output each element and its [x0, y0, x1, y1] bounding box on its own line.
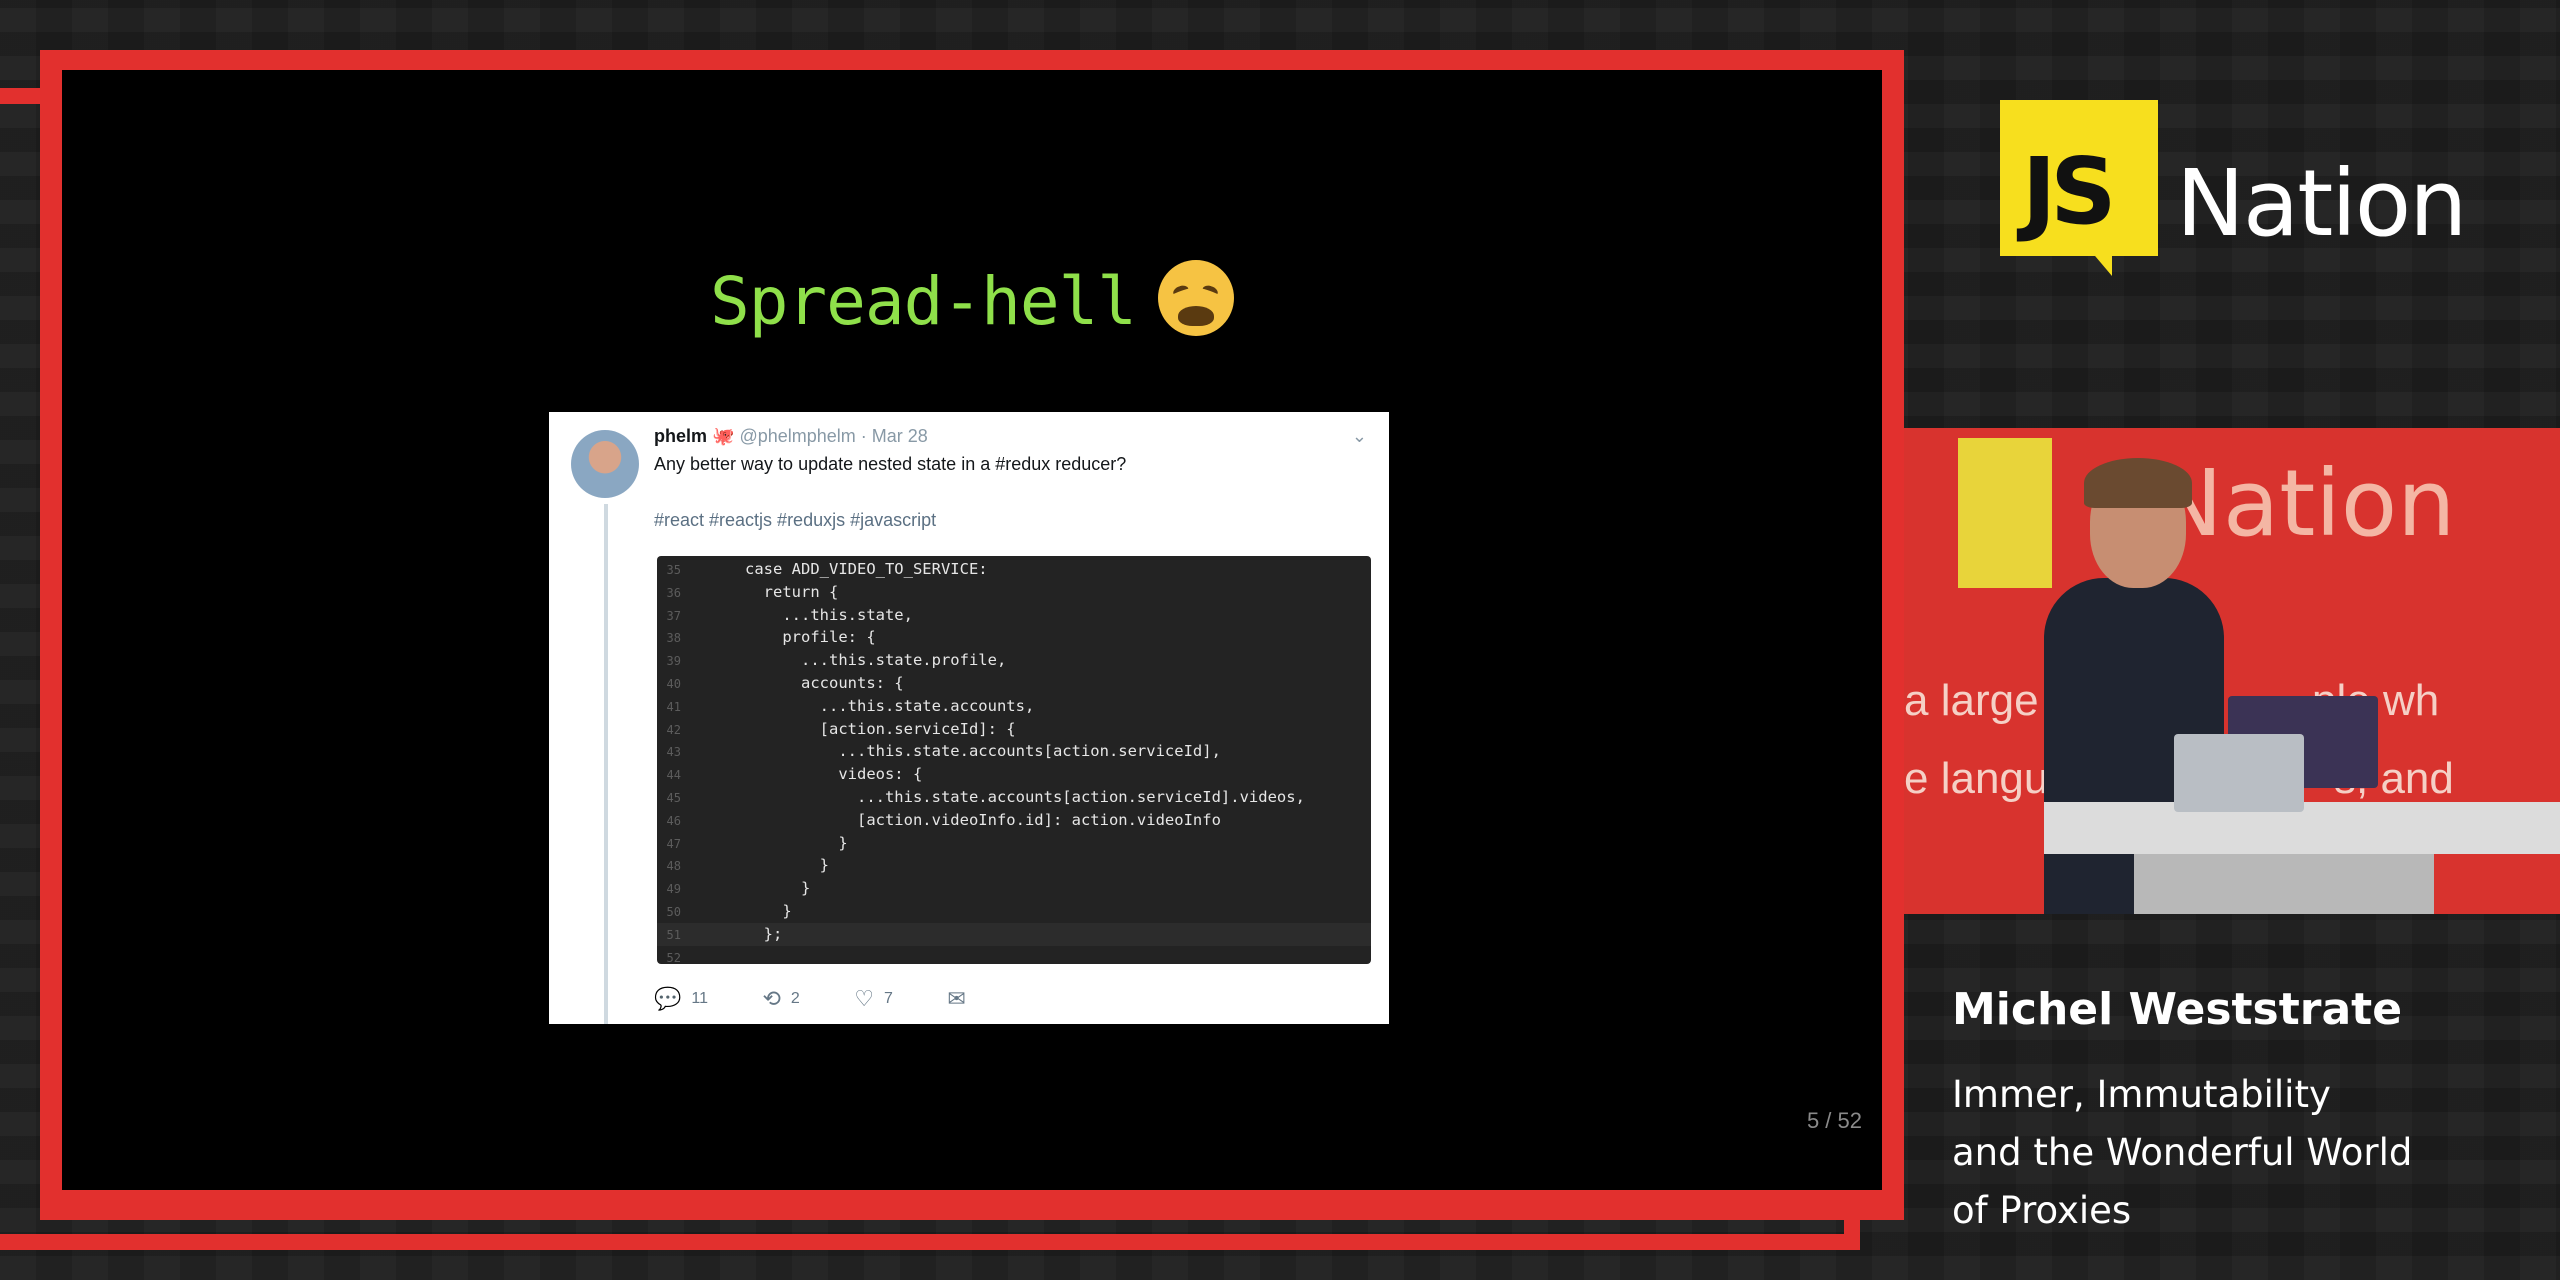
code-line-number: 42 — [666, 722, 681, 737]
reply-button[interactable]: 💬 11 — [654, 986, 708, 1012]
code-line: 47 } — [657, 832, 1371, 855]
code-line-text: }; — [745, 924, 783, 943]
code-line: 40 accounts: { — [657, 672, 1371, 695]
code-line-text: accounts: { — [745, 674, 904, 692]
code-line: 37 ...this.state, — [657, 604, 1371, 627]
backdrop-logo-text: Nation — [2154, 450, 2456, 557]
speaker-camera-feed: Nation a large e langua ple wh s, and — [1904, 428, 2560, 914]
code-line-number: 51 — [666, 927, 681, 942]
slide-title-text: Spread-hell — [709, 263, 1137, 340]
code-line-number: 37 — [666, 608, 681, 623]
slide-title: Spread-hell — [62, 260, 1882, 340]
code-line: 38 profile: { — [657, 626, 1371, 649]
code-line-number: 52 — [666, 950, 681, 964]
weary-face-emoji-icon — [1158, 260, 1235, 336]
message-button[interactable]: ✉ — [947, 986, 975, 1012]
laptop — [2174, 734, 2304, 812]
like-button[interactable]: ♡ 7 — [854, 986, 893, 1012]
code-line-number: 43 — [666, 745, 681, 760]
talk-title-line2: and the Wonderful World — [1952, 1131, 2413, 1174]
code-screenshot: 35 case ADD_VIDEO_TO_SERVICE: 36 return {3… — [657, 556, 1371, 964]
retweet-icon: ⟲ — [762, 986, 781, 1011]
tweet-hashtags[interactable]: #react #reactjs #reduxjs #javascript — [654, 510, 936, 531]
code-line-text: ...this.state.accounts[action.serviceId]… — [745, 788, 1305, 806]
podium-base — [2134, 854, 2434, 914]
code-line-text: case ADD_VIDEO_TO_SERVICE: — [745, 560, 988, 578]
backdrop-text-line1: a large — [1904, 676, 2039, 725]
code-line-number: 47 — [666, 836, 681, 851]
code-line-text: profile: { — [745, 628, 876, 647]
avatar[interactable] — [571, 430, 639, 498]
code-line-text: } — [745, 856, 829, 875]
code-line-text: ...this.state, — [745, 605, 913, 624]
code-line: 52 — [657, 946, 1371, 964]
logo-nation-text: Nation — [2176, 150, 2467, 257]
code-line-number: 36 — [666, 585, 681, 600]
code-line: 36 return { — [657, 581, 1371, 604]
retweet-button[interactable]: ⟲ 2 — [762, 986, 799, 1012]
thread-line — [604, 504, 608, 1024]
code-line-number: 39 — [666, 654, 681, 669]
code-line: 39 ...this.state.profile, — [657, 649, 1371, 672]
code-line: 41 ...this.state.accounts, — [657, 695, 1371, 718]
code-line-number: 50 — [666, 905, 681, 919]
code-line: 35 case ADD_VIDEO_TO_SERVICE: — [657, 558, 1371, 581]
code-line-number: 44 — [666, 768, 681, 783]
code-line-text: ...this.state.profile, — [745, 651, 1007, 670]
code-line-number: 45 — [666, 791, 681, 805]
backdrop-logo-badge — [1958, 438, 2052, 588]
code-line-number: 40 — [666, 677, 681, 691]
speaker-hair — [2084, 458, 2192, 508]
code-line-text: videos: { — [745, 765, 923, 784]
code-line-number: 38 — [666, 631, 681, 646]
code-line: 43 ...this.state.accounts[action.service… — [657, 740, 1371, 763]
code-line-text: [action.serviceId]: { — [745, 719, 1016, 738]
code-line-number: 41 — [666, 699, 681, 714]
octopus-emoji-icon: 🐙 — [712, 426, 735, 446]
code-line-number: 35 — [666, 563, 681, 577]
talk-title: Immer, Immutability and the Wonderful Wo… — [1952, 1066, 2552, 1240]
code-line: 45 ...this.state.accounts[action.service… — [657, 786, 1371, 809]
reply-icon: 💬 — [654, 986, 682, 1011]
tweet-handle-date: @phelmphelm · Mar 28 — [739, 426, 928, 446]
code-line-number: 48 — [666, 859, 681, 874]
code-line: 46 [action.videoInfo.id]: action.videoIn… — [657, 809, 1371, 832]
code-line: 50 } — [657, 900, 1371, 923]
chevron-down-icon[interactable]: ⌄ — [1352, 426, 1367, 447]
code-line-text: return { — [745, 582, 839, 601]
code-line: 42 [action.serviceId]: { — [657, 718, 1371, 741]
talk-title-line1: Immer, Immutability — [1952, 1073, 2331, 1116]
speaker-name: Michel Weststrate — [1952, 984, 2403, 1035]
tweet-header: phelm 🐙 @phelmphelm · Mar 28 — [654, 426, 928, 447]
tweet-display-name[interactable]: phelm — [654, 426, 707, 446]
code-line: 51 }; — [657, 922, 1371, 946]
code-line: 44 videos: { — [657, 763, 1371, 786]
tweet-actions: 💬 11 ⟲ 2 ♡ 7 ✉ — [654, 986, 1026, 1012]
retweet-count: 2 — [790, 990, 800, 1007]
code-line-text: } — [745, 902, 792, 920]
code-line: 48 } — [657, 854, 1371, 877]
tweet-card: phelm 🐙 @phelmphelm · Mar 28 ⌄ Any bette… — [549, 412, 1389, 1024]
code-line-text: } — [745, 833, 848, 852]
logo-badge-tail — [2090, 250, 2112, 276]
slide-page-indicator: 5 / 52 — [1806, 1108, 1862, 1133]
code-line-number: 49 — [666, 882, 681, 897]
talk-title-line3: of Proxies — [1952, 1189, 2132, 1232]
code-line-number: 46 — [666, 813, 681, 828]
heart-icon: ♡ — [854, 986, 874, 1011]
reply-count: 11 — [691, 990, 709, 1007]
tweet-text: Any better way to update nested state in… — [654, 454, 1127, 474]
envelope-icon: ✉ — [947, 986, 966, 1011]
like-count: 7 — [884, 990, 893, 1007]
slide: Spread-hell phelm 🐙 @phelmphelm · Mar 28… — [62, 70, 1882, 1190]
code-line: 49 } — [657, 877, 1371, 900]
code-line-text: } — [745, 879, 811, 898]
logo-js-text: JS — [2022, 138, 2116, 245]
code-line-text: ...this.state.accounts[action.serviceId]… — [745, 742, 1221, 761]
code-line-text: ...this.state.accounts, — [745, 696, 1035, 715]
code-line-text: [action.videoInfo.id]: action.videoInfo — [745, 810, 1221, 829]
